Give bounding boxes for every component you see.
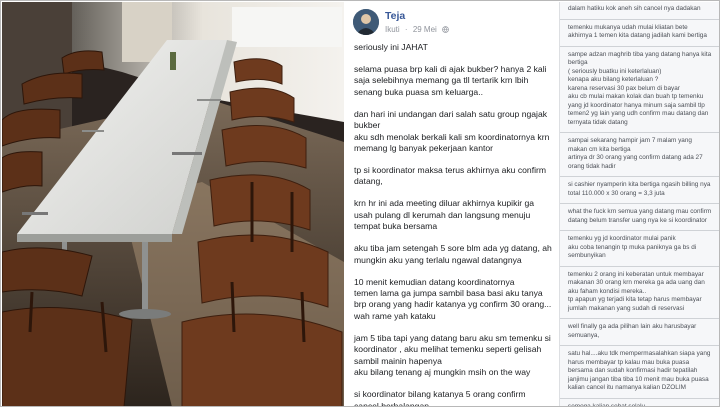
- post-content-panel: Teja Ikuti · 29 Mei seriously ini JAHAT s…: [344, 2, 559, 407]
- post-meta: Ikuti · 29 Mei: [385, 25, 449, 34]
- post-photo[interactable]: [2, 2, 344, 406]
- post-date[interactable]: 29 Mei: [413, 25, 437, 34]
- post-paragraph: selama puasa brp kali di ajak bukber? ha…: [354, 64, 547, 97]
- comment-block: well finally ga ada pilihan lain aku har…: [560, 319, 719, 346]
- post-paragraph: tp si koordinator maksa terus akhirnya a…: [354, 165, 547, 187]
- comment-block: sampai sekarang hampir jam 7 malam yang …: [560, 133, 719, 177]
- comment-block: si cashier nyamperin kita bertiga ngasih…: [560, 177, 719, 204]
- avatar-image: [353, 9, 379, 35]
- post-paragraph: dan hari ini undangan dari salah satu gr…: [354, 108, 550, 154]
- comment-block: satu hal....aku tdk mempermasalahkan sia…: [560, 346, 719, 399]
- post-paragraph: si koordinator bilang katanya 5 orang co…: [354, 389, 526, 407]
- globe-icon: [442, 26, 449, 33]
- comment-block: temenku yg jd koordinator mulai panik aku…: [560, 231, 719, 267]
- comment-block: semoga kalian sehat selalu: [560, 399, 719, 407]
- avatar[interactable]: [353, 9, 379, 35]
- post-paragraph: 10 menit kemudian datang koordinatornya t…: [354, 276, 552, 321]
- post-text: seriously ini JAHAT selama puasa brp kali…: [354, 42, 552, 407]
- facebook-photo-viewer: Teja Ikuti · 29 Mei seriously ini JAHAT s…: [0, 0, 720, 407]
- comment-block: sampe adzan maghrib tiba yang datang han…: [560, 47, 719, 133]
- post-paragraph: aku tiba jam setengah 5 sore blm ada yg …: [354, 243, 552, 265]
- post-paragraph: jam 5 tiba tapi yang datang baru aku sm …: [354, 332, 551, 378]
- post-paragraph: seriously ini JAHAT: [354, 42, 428, 52]
- post-paragraph: krn hr ini ada meeting diluar akhirnya k…: [354, 198, 535, 232]
- comment-block: temenku mukanya udah mulai kliatan bete a…: [560, 20, 719, 47]
- restaurant-photo-image: [2, 2, 344, 406]
- meta-separator: ·: [404, 25, 408, 34]
- comment-block: dalam hatiku kok aneh sih cancel nya dad…: [560, 2, 719, 20]
- post-header: Teja Ikuti · 29 Mei: [353, 8, 553, 38]
- comment-block: temenku 2 orang ini keberatan untuk memb…: [560, 267, 719, 319]
- author-name[interactable]: Teja: [385, 10, 405, 22]
- comment-block: what the fuck krn semua yang datang mau …: [560, 204, 719, 231]
- comment-column: dalam hatiku kok aneh sih cancel nya dad…: [559, 2, 719, 407]
- follow-link[interactable]: Ikuti: [385, 25, 400, 34]
